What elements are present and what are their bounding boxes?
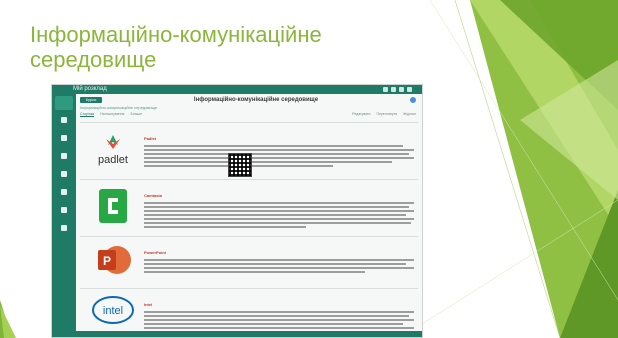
message-icon[interactable]: [391, 87, 396, 92]
powerpoint-description: PowerPoint: [144, 241, 414, 275]
padlet-description: Padlet: [144, 127, 414, 169]
app-sidebar: [52, 94, 76, 337]
page-heading: Інформаційно-комунікаційне середовище: [193, 97, 319, 103]
svg-text:P: P: [103, 254, 111, 268]
tab-more[interactable]: Більше: [130, 112, 142, 117]
padlet-lead: Padlet: [144, 136, 157, 141]
powerpoint-logo: P: [86, 242, 140, 280]
view-action[interactable]: Переглянути: [376, 112, 397, 116]
sidebar-item-4[interactable]: [52, 170, 76, 184]
course-name[interactable]: Інформаційно-комунікаційне середовище: [80, 105, 157, 110]
grades-icon: [61, 207, 67, 213]
help-icon[interactable]: [410, 97, 416, 103]
tool-row-camtasia: Camtasia: [80, 179, 418, 235]
app-brand[interactable]: Мій розклад: [73, 86, 107, 93]
sidebar-item-3[interactable]: [52, 152, 76, 166]
embedded-screenshot: Мій розклад Курси Інформаційно-комунікац…: [51, 84, 423, 338]
camtasia-description: Camtasia: [144, 184, 414, 230]
page-tabs: Сторінка Налаштування Більше: [80, 112, 142, 117]
courses-icon: [61, 189, 67, 195]
tool-row-padlet: padlet Padlet: [80, 122, 418, 178]
sidebar-item-2[interactable]: [52, 134, 76, 148]
app-topbar: Мій розклад: [52, 85, 422, 94]
notification-icon[interactable]: [383, 87, 388, 92]
sidebar-item-1[interactable]: [52, 116, 76, 130]
edit-action[interactable]: Редагувати: [352, 112, 370, 116]
sidebar-item-6[interactable]: [52, 206, 76, 220]
sidebar-item-5[interactable]: [52, 188, 76, 202]
intel-lead: Intel: [144, 302, 153, 307]
sidebar-logo[interactable]: [55, 96, 73, 110]
slide-title: Інформаційно-комунікаційне середовище: [30, 22, 322, 72]
qr-code: [228, 153, 252, 177]
page-actions: Редагувати Переглянути Журнал: [352, 112, 416, 116]
tool-row-powerpoint: P PowerPoint: [80, 236, 418, 287]
main-content: Курси Інформаційно-комунікаційне середов…: [76, 94, 422, 337]
intel-logo: intel: [86, 291, 140, 329]
app-footer: [52, 331, 422, 337]
course-button[interactable]: Курси: [80, 97, 102, 103]
padlet-wordmark: padlet: [98, 154, 128, 166]
tool-row-intel: intel Intel: [80, 288, 418, 333]
intel-description: Intel: [144, 293, 414, 335]
intel-wordmark: intel: [103, 305, 123, 317]
padlet-logo: padlet: [86, 131, 140, 169]
tab-page[interactable]: Сторінка: [80, 112, 95, 117]
settings-icon[interactable]: [399, 87, 404, 92]
dashboard-icon: [61, 135, 67, 141]
log-action[interactable]: Журнал: [403, 112, 416, 116]
camtasia-lead: Camtasia: [144, 193, 162, 198]
powerpoint-lead: PowerPoint: [144, 250, 167, 255]
messages-icon: [61, 225, 67, 231]
camtasia-logo: [86, 188, 140, 226]
tab-settings[interactable]: Налаштування: [100, 112, 124, 117]
sidebar-item-7[interactable]: [52, 224, 76, 238]
avatar[interactable]: [407, 87, 412, 92]
presentation-slide: Інформаційно-комунікаційне середовище Мі…: [0, 0, 618, 338]
home-icon: [61, 117, 67, 123]
calendar-icon: [61, 153, 67, 159]
topbar-icons: [383, 87, 412, 92]
files-icon: [61, 171, 67, 177]
